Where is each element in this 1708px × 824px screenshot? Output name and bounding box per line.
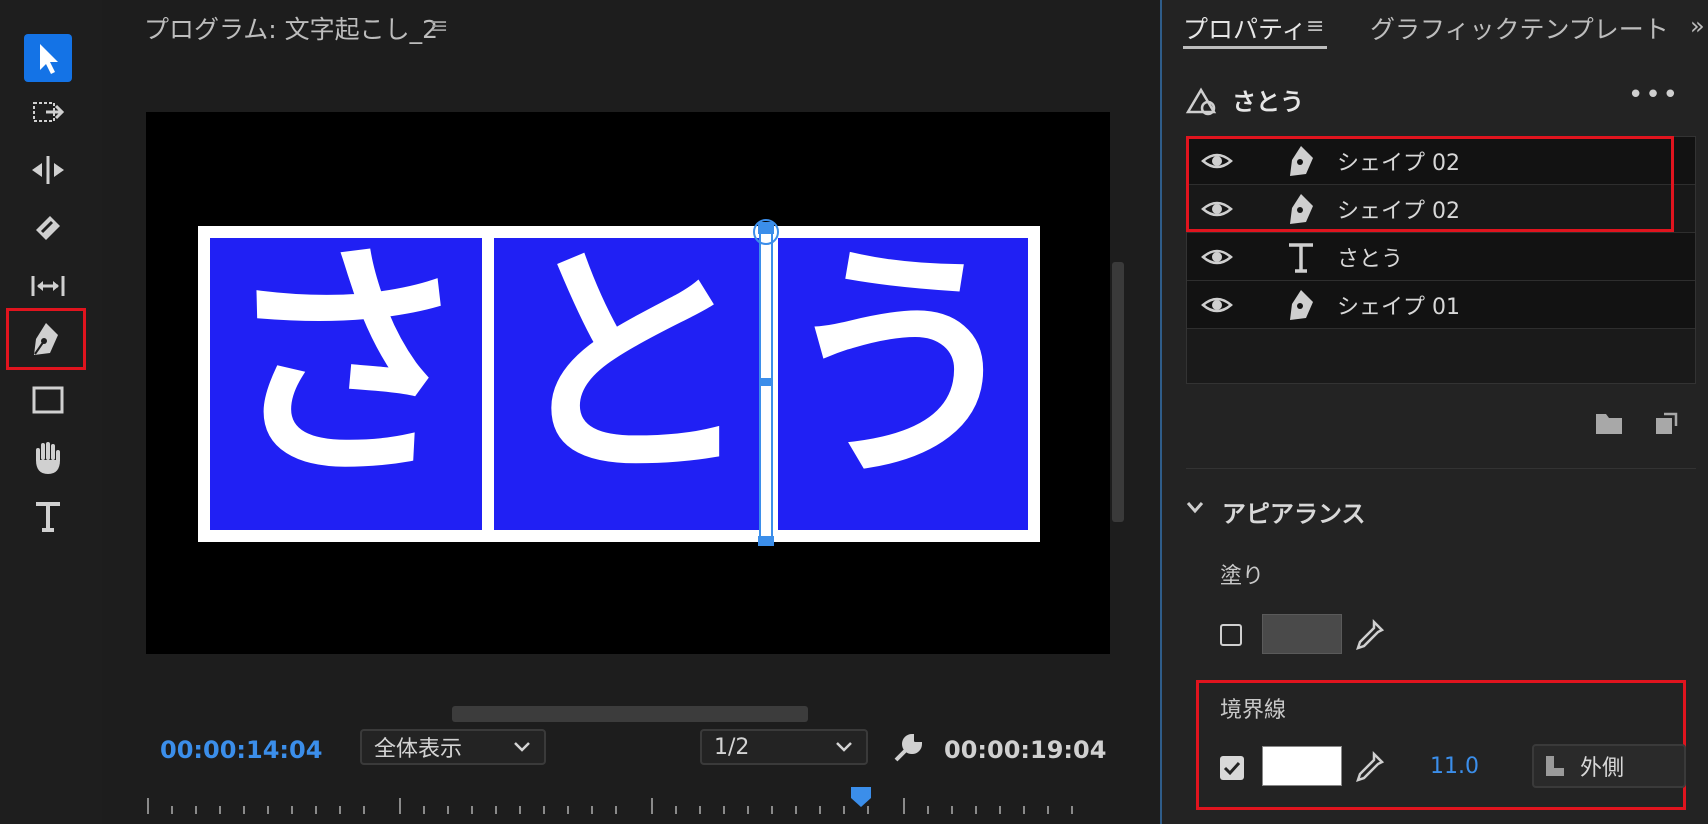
chevron-down-icon xyxy=(836,742,852,752)
program-menu-icon[interactable]: ≡ xyxy=(430,14,448,39)
stroke-color-swatch[interactable] xyxy=(1262,746,1342,786)
stroke-outside-icon xyxy=(1546,756,1564,776)
ripple-edit-icon xyxy=(32,156,64,184)
eyedropper-icon[interactable] xyxy=(1354,750,1384,782)
pen-tool-button[interactable] xyxy=(6,308,86,370)
stroke-checkbox[interactable] xyxy=(1220,756,1244,780)
fill-checkbox[interactable] xyxy=(1220,624,1242,646)
layer-row[interactable]: シェイプ 01 xyxy=(1187,281,1695,329)
track-select-tool-button[interactable] xyxy=(20,84,76,140)
playback-resolution-select[interactable]: 1/2 xyxy=(700,729,868,765)
current-timecode[interactable]: 00:00:14:04 xyxy=(160,736,322,764)
zoom-level-value: 全体表示 xyxy=(374,737,463,762)
mid-handle xyxy=(760,378,772,386)
ripple-edit-tool-button[interactable] xyxy=(20,142,76,198)
selected-shape-outline xyxy=(759,231,773,545)
selection-tool-button[interactable] xyxy=(24,34,72,82)
program-canvas[interactable]: さ と う xyxy=(146,112,1110,654)
rectangle-tool-button[interactable] xyxy=(20,372,76,428)
layer-name: シェイプ 01 xyxy=(1337,294,1460,320)
appearance-section-title[interactable]: アピアランス xyxy=(1222,494,1366,529)
tab-properties[interactable]: プロパティ xyxy=(1183,10,1307,46)
eye-icon[interactable] xyxy=(1201,241,1233,273)
zoom-level-select[interactable]: 全体表示 xyxy=(360,729,546,765)
vertical-scrollbar[interactable] xyxy=(1112,262,1124,522)
selection-arrow-icon xyxy=(40,44,58,74)
fill-label: 塗り xyxy=(1220,564,1265,589)
check-icon xyxy=(1223,761,1241,776)
eye-icon[interactable] xyxy=(1201,289,1233,321)
text-icon xyxy=(1289,242,1313,273)
layer-row[interactable]: さとう xyxy=(1187,233,1695,281)
playhead[interactable] xyxy=(850,786,872,808)
wrench-icon[interactable] xyxy=(890,730,926,766)
stroke-position-select[interactable]: 外側 xyxy=(1532,744,1686,788)
layer-name: さとう xyxy=(1337,246,1404,272)
time-ruler[interactable] xyxy=(146,786,1096,824)
track-select-icon xyxy=(33,102,65,122)
eyedropper-icon[interactable] xyxy=(1354,618,1384,650)
hand-icon xyxy=(36,442,60,474)
tab-overflow-icon[interactable]: » xyxy=(1690,12,1705,40)
tile-character: う xyxy=(778,220,1028,511)
fill-color-swatch[interactable] xyxy=(1262,614,1342,654)
more-options-icon[interactable]: ••• xyxy=(1628,80,1680,110)
new-layer-icon[interactable] xyxy=(1652,410,1680,438)
graphic-object-name: さとう xyxy=(1232,88,1304,116)
highlight-box xyxy=(1186,136,1674,232)
slip-tool-button[interactable] xyxy=(20,258,76,314)
duration-timecode: 00:00:19:04 xyxy=(944,736,1107,764)
slip-icon xyxy=(31,276,65,296)
graphic-preview: さ と う xyxy=(198,219,1040,546)
program-monitor-title: プログラム: 文字起こし_2 xyxy=(144,15,439,44)
pen-icon xyxy=(1290,289,1313,320)
pen-icon xyxy=(34,323,58,355)
stroke-label: 境界線 xyxy=(1220,698,1287,723)
rectangle-icon xyxy=(32,386,64,414)
bottom-handle xyxy=(758,536,774,546)
type-tool-button[interactable] xyxy=(20,488,76,544)
chevron-down-icon xyxy=(514,742,530,752)
section-divider xyxy=(1186,468,1696,469)
horizontal-scrollbar[interactable] xyxy=(452,706,808,722)
hand-tool-button[interactable] xyxy=(20,430,76,486)
graphic-object-icon xyxy=(1185,87,1217,116)
tools-panel xyxy=(0,0,102,824)
stroke-position-value: 外側 xyxy=(1580,756,1625,781)
razor-icon xyxy=(36,216,60,240)
stroke-width-value[interactable]: 11.0 xyxy=(1430,754,1479,779)
razor-tool-button[interactable] xyxy=(20,200,76,256)
panel-menu-icon[interactable]: ≡ xyxy=(1306,14,1324,39)
folder-icon[interactable] xyxy=(1594,410,1624,436)
tab-graphic-templates[interactable]: グラフィックテンプレート xyxy=(1370,10,1669,46)
top-handle xyxy=(758,222,774,234)
tile-character: さ xyxy=(221,220,471,511)
resolution-value: 1/2 xyxy=(714,734,750,760)
type-icon xyxy=(36,502,60,532)
tile-character: と xyxy=(505,220,755,511)
active-tab-underline xyxy=(1183,46,1327,49)
chevron-down-icon[interactable] xyxy=(1184,496,1206,518)
